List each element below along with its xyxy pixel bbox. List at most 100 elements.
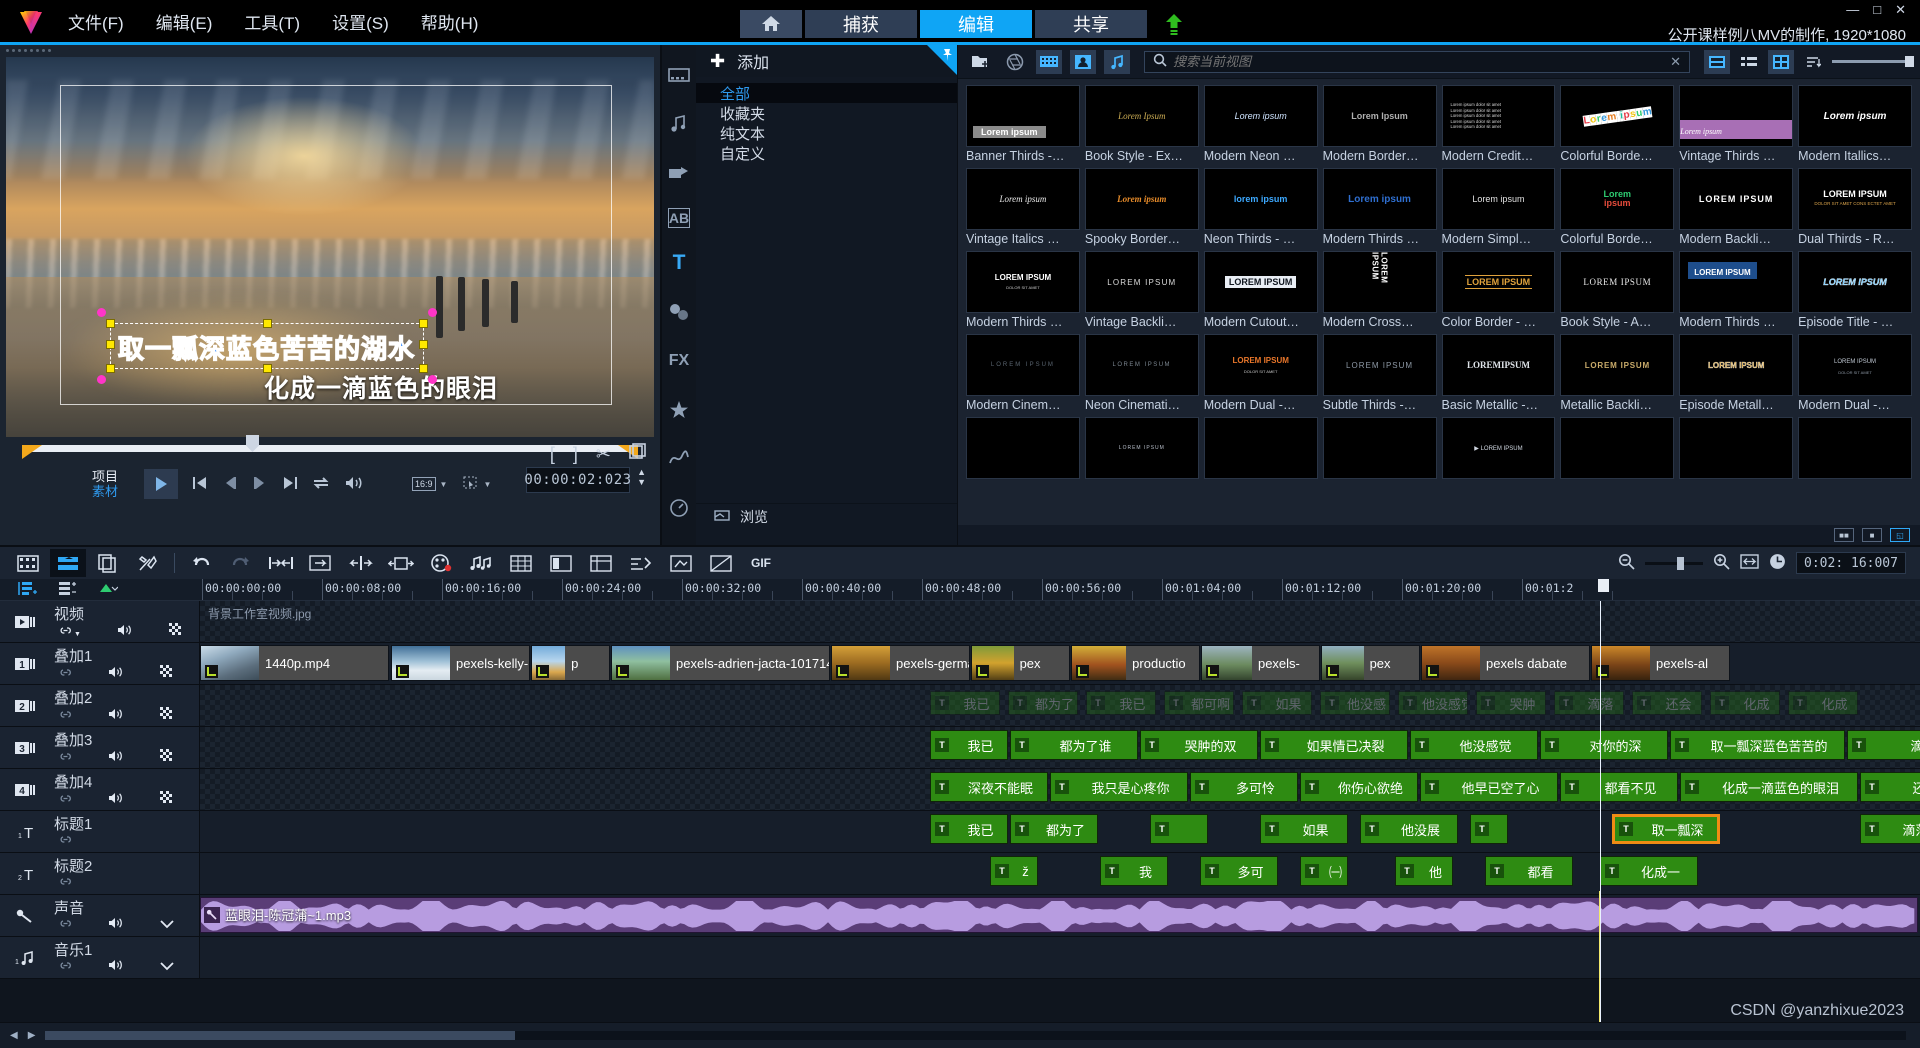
link-icon[interactable]: ▼ (58, 624, 81, 639)
mask-icon[interactable] (160, 749, 174, 766)
asset-thumbnail[interactable]: LOREM IPSUM (1560, 334, 1675, 396)
timeline-title-clip[interactable]: T 哭肿 (1476, 691, 1546, 715)
aperture-icon[interactable] (1002, 50, 1028, 74)
timeline-title-clip[interactable]: T 都为了谁 (1010, 730, 1138, 760)
asset-item[interactable]: LOREM IPSUM Color Border - … (1441, 251, 1556, 330)
timeline-title-clip[interactable]: T 如果 (1242, 691, 1312, 715)
link-icon[interactable] (58, 917, 72, 932)
overlay4-icon[interactable]: 4 (0, 769, 52, 810)
timeline-title-clip[interactable]: T 他没感觉 (1398, 691, 1468, 715)
asset-thumbnail[interactable]: ▶ LOREM IPSUM (1441, 417, 1556, 479)
asset-thumbnail[interactable]: LOREM IPSUM DOLOR SIT AMET (1203, 334, 1318, 396)
asset-thumbnail[interactable]: Lorem ipsum (1322, 168, 1437, 230)
asset-thumbnail[interactable] (966, 417, 1080, 479)
timeline-title-clip[interactable]: T 如果情已决裂 (1260, 730, 1408, 760)
transition-icon[interactable] (665, 159, 693, 187)
timeline-title-clip[interactable]: T 化成一滴蓝色的眼泪 (1680, 772, 1858, 802)
asset-thumbnail[interactable]: LOREM IPSUM (1322, 251, 1437, 313)
timeline-title-clip[interactable]: T 哭肿的双 (1140, 730, 1258, 760)
resize-handle-tl[interactable] (106, 319, 115, 328)
asset-thumbnail[interactable]: LOREM IPSUM DOLOR SIT AMET CONS ECTET AME… (1798, 168, 1912, 230)
loop-button[interactable] (312, 476, 330, 493)
timeline-title-clip[interactable]: T 他早已空了心 (1420, 772, 1558, 802)
timeline-title-clip[interactable]: T 我已 (930, 730, 1008, 760)
mask-icon[interactable] (160, 707, 174, 724)
asset-thumbnail[interactable]: LOREM IPSUM (1084, 417, 1199, 479)
path-icon[interactable] (665, 445, 693, 473)
asset-thumbnail[interactable]: Lorem ipsum (1084, 168, 1199, 230)
mark-in-icon[interactable]: [ (550, 444, 555, 465)
crop-tool-icon[interactable] (463, 476, 479, 493)
asset-item[interactable]: LOREM IPSUM Episode Metall… (1679, 334, 1794, 413)
asset-thumbnail[interactable] (1203, 417, 1318, 479)
timeline-title-clip[interactable]: T 都看 (1485, 856, 1573, 886)
tab-capture[interactable]: 捕获 (805, 10, 917, 38)
mute-icon[interactable] (117, 624, 133, 639)
timeline-clip[interactable]: pexels-german-ko (831, 645, 970, 681)
timeline-title-clip[interactable]: T 都为了 (1010, 814, 1098, 844)
close-button[interactable]: ✕ (1895, 3, 1906, 16)
filmstrip-view-icon[interactable] (1036, 49, 1062, 74)
asset-item[interactable]: Lorem ipsum Colorful Borde… (1560, 85, 1675, 164)
mute-icon[interactable] (108, 959, 124, 974)
timeline-title-clip[interactable]: T 如果 (1260, 814, 1348, 844)
title1-icon[interactable]: 1T (0, 811, 52, 852)
asset-item[interactable]: Lorem ipsum dolor sit amet Lorem ipsum do… (1441, 85, 1556, 164)
volume-button[interactable] (344, 476, 364, 493)
timeline-ruler[interactable]: 00:00:00:00 00:00:08:00 00:00:16:00 00:00:2… (200, 579, 1920, 600)
asset-thumbnail[interactable]: Lorem ipsum (966, 85, 1080, 147)
resize-handle-br[interactable] (419, 364, 428, 373)
timecode-spinner[interactable]: ▲ ▼ (637, 468, 646, 487)
minimize-button[interactable]: — (1846, 3, 1859, 16)
waveform-toggle-icon[interactable] (160, 917, 174, 932)
asset-thumbnail[interactable]: LOREM IPSUM (1560, 251, 1675, 313)
timeline-title-clip[interactable]: T ㈠ (1300, 856, 1348, 886)
timeline-title-clip[interactable]: T 深夜不能眠 (930, 772, 1048, 802)
asset-item[interactable]: LOREM IPSUM Book Style - A… (1560, 251, 1675, 330)
menu-file[interactable]: 文件(F) (66, 5, 126, 38)
asset-item[interactable]: LOREM IPSUM Modern Cutout… (1203, 251, 1318, 330)
trim-icon[interactable] (383, 549, 419, 577)
asset-item[interactable]: LOREM IPSUM Modern Backli… (1679, 168, 1794, 247)
asset-item[interactable]: LOREM IPSUM Episode Title - … (1798, 251, 1912, 330)
zoom-out-icon[interactable] (1618, 553, 1635, 573)
timeline-title-clip[interactable]: T 我已 (930, 691, 1000, 715)
asset-item[interactable] (1203, 417, 1318, 481)
link-icon[interactable] (58, 875, 72, 890)
asset-item[interactable]: LOREM IPSUM DOLOR SIT AMET Modern Dual -… (1798, 334, 1912, 413)
asset-thumbnail[interactable] (1560, 417, 1675, 479)
timeline-title-clip[interactable]: T 都为了 (1008, 691, 1078, 715)
clock-icon[interactable] (1769, 553, 1786, 573)
timeline-title-clip[interactable]: T 对你的深 (1540, 730, 1668, 760)
asset-item[interactable]: LOREM IPSUM Subtle Thirds -… (1322, 334, 1437, 413)
home-button[interactable] (740, 10, 802, 38)
maximize-button[interactable]: □ (1873, 3, 1881, 16)
voice-icon[interactable] (0, 895, 52, 936)
menu-tools[interactable]: 工具(T) (242, 5, 302, 38)
chevron-down-icon[interactable]: ▼ (440, 480, 448, 489)
storyboard-icon[interactable] (10, 549, 46, 577)
rotate-handle-br[interactable] (428, 375, 437, 384)
multicam-icon[interactable] (90, 549, 126, 577)
undo-icon[interactable] (183, 549, 219, 577)
overlay1-icon[interactable]: 1 (0, 643, 52, 684)
timeline-title-clip[interactable]: T 他没感觉 (1410, 730, 1538, 760)
resize-handle-bl[interactable] (106, 364, 115, 373)
track-lane[interactable]: T žT 我T 多可 T ㈠T 他T 都看 T 化成一 (200, 853, 1920, 894)
link-icon[interactable] (58, 833, 72, 848)
scroll-right-icon[interactable]: ▶ (28, 1030, 36, 1041)
scrubber-track[interactable] (28, 445, 632, 452)
timeline-title-clip[interactable]: T 还会 (1632, 691, 1702, 715)
timeline-title-clip[interactable]: T 我只是心疼你 (1050, 772, 1188, 802)
motion-icon[interactable] (665, 396, 693, 424)
graphic-icon[interactable] (665, 298, 693, 326)
subtitle-icon[interactable] (623, 549, 659, 577)
rotate-handle-tl[interactable] (97, 308, 106, 317)
search-input[interactable] (1173, 54, 1665, 69)
category-custom[interactable]: 自定义 (696, 143, 957, 163)
asset-item[interactable]: Lorem Ipsum Book Style - Ex… (1084, 85, 1199, 164)
asset-item[interactable]: LOREM IPSUM Modern Cinem… (966, 334, 1080, 413)
audio-mix-icon[interactable] (463, 549, 499, 577)
timeline-title-clip[interactable]: T 滴落在你眉间前 (1847, 730, 1920, 760)
timeline-view-icon[interactable] (50, 549, 86, 577)
